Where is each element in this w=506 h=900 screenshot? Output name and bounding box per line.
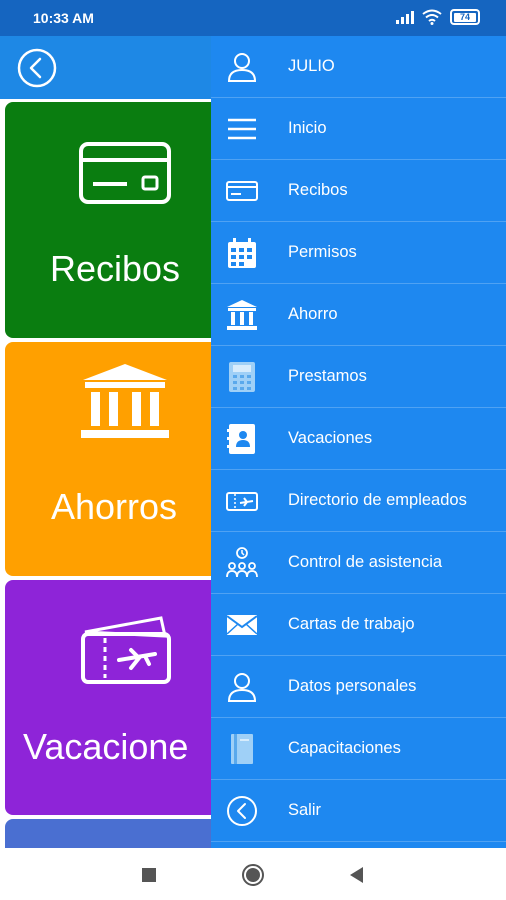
calendar-icon bbox=[228, 238, 256, 268]
drawer-item-inicio[interactable]: Inicio bbox=[211, 98, 506, 160]
status-time: 10:33 AM bbox=[33, 10, 94, 26]
team-clock-icon bbox=[226, 547, 258, 578]
drawer-item-recibos[interactable]: Recibos bbox=[211, 160, 506, 222]
drawer-item-user[interactable]: JULIO bbox=[211, 36, 506, 98]
back-circle-icon bbox=[227, 796, 257, 826]
drawer-item-salir[interactable]: Salir bbox=[211, 780, 506, 842]
signal-icon bbox=[396, 11, 414, 24]
drawer-item-label: Inicio bbox=[288, 119, 327, 137]
drawer-item-label: Ahorro bbox=[288, 305, 338, 323]
drawer-item-label: Recibos bbox=[288, 181, 348, 199]
drawer-item-label: Permisos bbox=[288, 243, 357, 261]
book-icon bbox=[231, 734, 253, 764]
calculator-icon bbox=[229, 362, 255, 392]
bank-icon bbox=[81, 364, 169, 438]
home-icon[interactable] bbox=[240, 862, 266, 888]
drawer-item-directorio[interactable]: Directorio de empleados bbox=[211, 470, 506, 532]
ticket-plane-icon bbox=[226, 492, 258, 511]
drawer-item-capacitaciones[interactable]: Capacitaciones bbox=[211, 718, 506, 780]
recent-apps-icon[interactable] bbox=[136, 862, 162, 888]
back-icon[interactable] bbox=[344, 862, 370, 888]
drawer-item-label: Directorio de empleados bbox=[288, 491, 467, 509]
credit-card-icon bbox=[226, 181, 258, 201]
drawer-item-datos[interactable]: Datos personales bbox=[211, 656, 506, 718]
battery-level: 74 bbox=[454, 12, 476, 22]
drawer-item-label: Capacitaciones bbox=[288, 739, 401, 757]
ticket-plane-icon bbox=[81, 616, 171, 684]
bank-icon bbox=[227, 300, 257, 330]
drawer-item-permisos[interactable]: Permisos bbox=[211, 222, 506, 284]
user-icon bbox=[227, 53, 257, 82]
navigation-drawer: JULIO Inicio Recibos Permisos Ahorro Pre… bbox=[211, 36, 506, 848]
drawer-item-label: Control de asistencia bbox=[288, 553, 443, 571]
drawer-item-vacaciones[interactable]: Vacaciones bbox=[211, 408, 506, 470]
system-nav-bar bbox=[0, 848, 506, 900]
drawer-item-prestamos[interactable]: Prestamos bbox=[211, 346, 506, 408]
drawer-item-label: JULIO bbox=[288, 57, 335, 75]
envelope-icon bbox=[226, 615, 258, 635]
drawer-item-ahorro[interactable]: Ahorro bbox=[211, 284, 506, 346]
drawer-item-label: Prestamos bbox=[288, 367, 367, 385]
drawer-item-label: Cartas de trabajo bbox=[288, 615, 415, 633]
drawer-item-label: Datos personales bbox=[288, 677, 417, 695]
back-circle-icon[interactable] bbox=[14, 48, 60, 88]
drawer-item-asistencia[interactable]: Control de asistencia bbox=[211, 532, 506, 594]
contacts-book-icon bbox=[227, 424, 255, 454]
status-icons: 74 bbox=[396, 9, 480, 25]
credit-card-icon bbox=[79, 142, 171, 204]
drawer-item-cartas[interactable]: Cartas de trabajo bbox=[211, 594, 506, 656]
drawer-item-label: Vacaciones bbox=[288, 429, 373, 447]
user-icon bbox=[227, 673, 257, 702]
status-bar: 10:33 AM 74 bbox=[0, 0, 506, 36]
drawer-item-label: Salir bbox=[288, 801, 322, 819]
wifi-icon bbox=[422, 9, 442, 25]
menu-icon bbox=[228, 118, 256, 140]
battery-icon: 74 bbox=[450, 9, 480, 25]
